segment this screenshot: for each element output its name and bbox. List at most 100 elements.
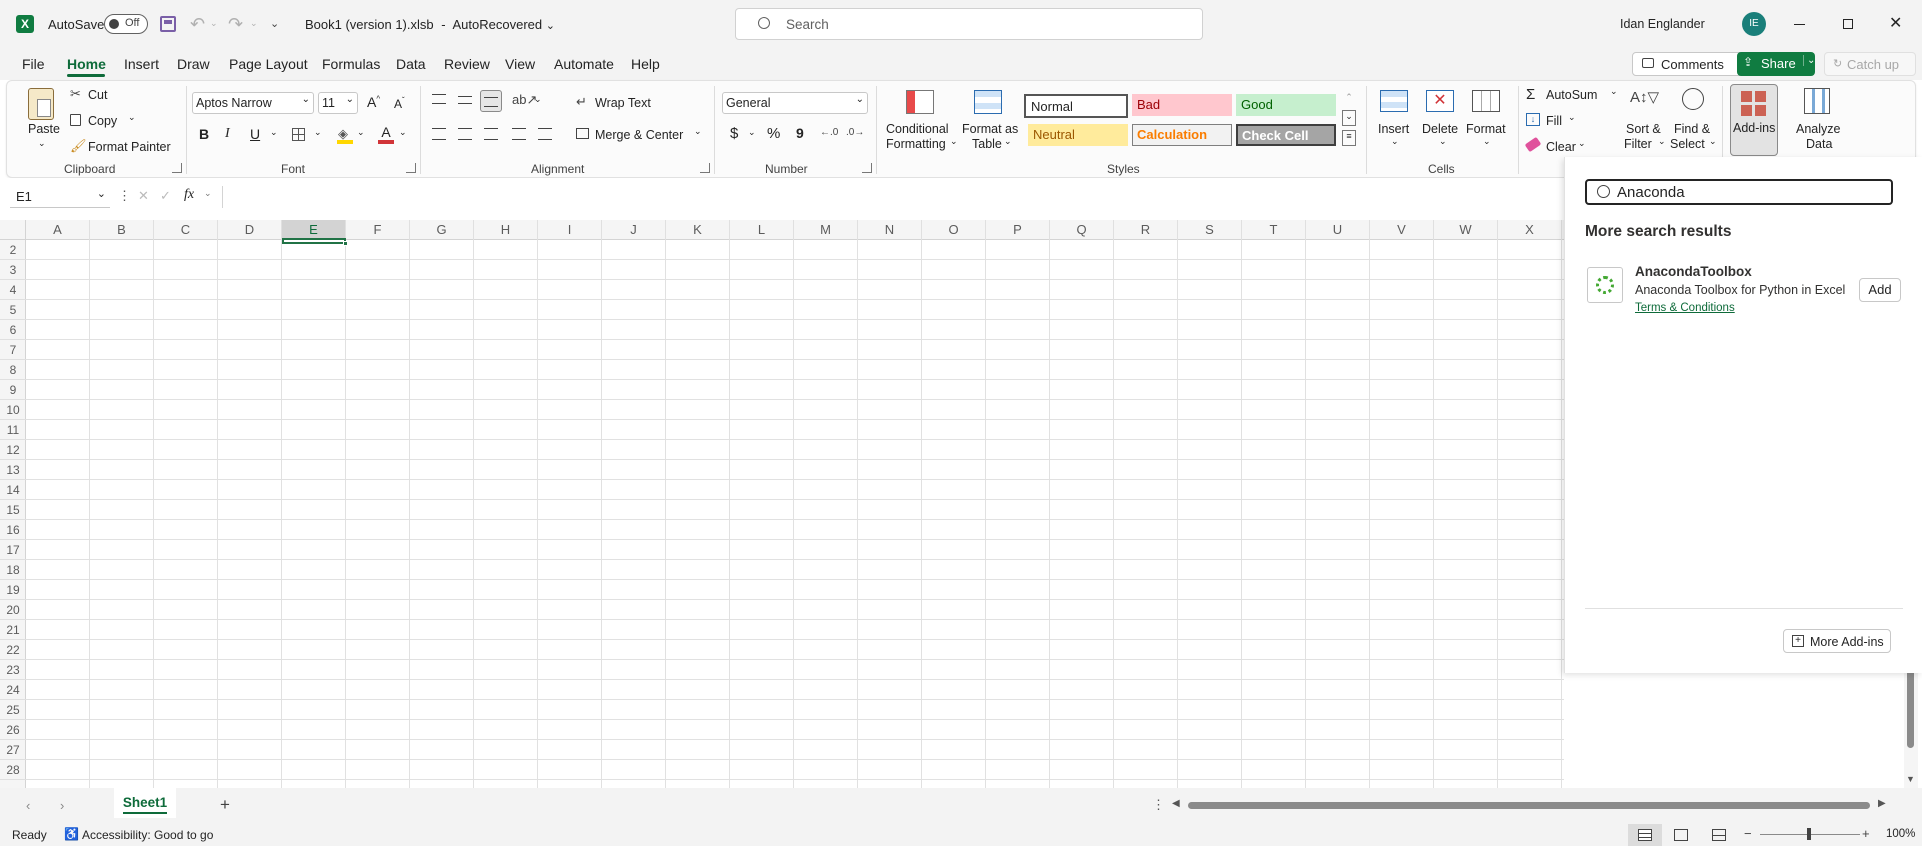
more-addins-button[interactable]: + More Add-ins [1783,629,1891,653]
column-header-a[interactable]: A [26,220,90,240]
document-title[interactable]: Book1 (version 1).xlsb - AutoRecovered ⌄ [305,17,555,32]
column-header-f[interactable]: F [346,220,410,240]
confirm-entry-icon[interactable]: ✓ [160,188,171,204]
selected-cell-indicator[interactable] [282,238,346,244]
row-header-9[interactable]: 9 [0,380,26,400]
column-header-s[interactable]: S [1178,220,1242,240]
prev-sheet-icon[interactable]: ‹ [26,798,30,813]
font-launcher-icon[interactable] [406,163,416,173]
decrease-indent-icon[interactable] [512,128,526,140]
column-header-k[interactable]: K [666,220,730,240]
chevron-down-icon[interactable]: ⌄ [314,127,322,138]
tab-page-layout[interactable]: Page Layout [229,56,308,72]
row-header-17[interactable]: 17 [0,540,26,560]
borders-icon[interactable] [292,128,305,141]
shrink-font-button[interactable]: Aˇ [394,96,405,111]
format-cells-button[interactable]: Format ⌄ [1464,86,1510,156]
scroll-down-arrow-icon[interactable]: ▼ [1906,774,1915,784]
accessibility-icon[interactable]: ♿ [64,827,79,841]
style-neutral[interactable]: Neutral [1028,124,1128,146]
tab-automate[interactable]: Automate [554,56,614,72]
page-break-view-icon[interactable] [1712,829,1726,841]
horizontal-scrollbar[interactable]: ◀ ▶ [1172,798,1894,810]
cut-button[interactable]: ✂ Cut [70,86,130,106]
row-header-23[interactable]: 23 [0,660,26,680]
row-header-10[interactable]: 10 [0,400,26,420]
format-painter-button[interactable]: 🖌 Format Painter [70,138,171,158]
normal-view-button[interactable] [1628,824,1662,846]
align-top-icon[interactable] [432,94,446,104]
row-header-22[interactable]: 22 [0,640,26,660]
horizontal-scroll-thumb[interactable] [1188,802,1870,809]
undo-dropdown-icon[interactable]: ⌄ [210,18,218,29]
formula-input[interactable] [222,186,1562,208]
copy-button[interactable]: Copy ⌄ [70,112,140,132]
minimize-icon[interactable] [1794,24,1805,25]
percent-button[interactable]: % [767,125,780,142]
add-sheet-icon[interactable]: + [220,795,230,815]
select-all-corner[interactable] [0,220,26,240]
format-as-table-button[interactable]: Format as Table ⌄ [960,86,1018,156]
sort-filter-button[interactable]: A↕▽ Sort & Filter ⌄ [1622,86,1666,156]
conditional-formatting-button[interactable]: Conditional Formatting ⌄ [884,86,958,156]
chevron-down-icon[interactable]: ⌄ [399,127,407,138]
clipboard-launcher-icon[interactable] [172,163,182,173]
tab-review[interactable]: Review [444,56,490,72]
add-addin-button[interactable]: Add [1859,278,1901,302]
style-calculation[interactable]: Calculation [1132,124,1232,146]
align-left-icon[interactable] [432,128,446,140]
column-header-b[interactable]: B [90,220,154,240]
number-launcher-icon[interactable] [862,163,872,173]
tab-data[interactable]: Data [396,56,426,72]
zoom-out-icon[interactable]: − [1744,826,1752,841]
row-header-11[interactable]: 11 [0,420,26,440]
redo-dropdown-icon[interactable]: ⌄ [250,18,258,29]
redo-icon[interactable]: ↷ [228,14,243,35]
delete-cells-button[interactable]: ✕ Delete ⌄ [1418,86,1464,156]
grow-font-button[interactable]: A^ [367,94,380,110]
column-header-r[interactable]: R [1114,220,1178,240]
column-header-t[interactable]: T [1242,220,1306,240]
style-bad[interactable]: Bad [1132,94,1232,116]
row-header-21[interactable]: 21 [0,620,26,640]
zoom-level[interactable]: 100% [1886,828,1915,840]
row-header-14[interactable]: 14 [0,480,26,500]
next-sheet-icon[interactable]: › [60,798,64,813]
more-options-icon[interactable]: ⋮ [1152,797,1165,813]
column-header-j[interactable]: J [602,220,666,240]
underline-button[interactable]: U [250,126,260,142]
paste-button[interactable]: Paste ⌄ [22,86,62,156]
row-header-25[interactable]: 25 [0,700,26,720]
column-header-i[interactable]: I [538,220,602,240]
tab-draw[interactable]: Draw [177,56,210,72]
align-bottom-button[interactable] [480,90,502,112]
addin-result[interactable]: AnacondaToolbox Anaconda Toolbox for Pyt… [1585,263,1905,319]
row-header-12[interactable]: 12 [0,440,26,460]
cell-grid[interactable] [26,240,1564,788]
column-header-o[interactable]: O [922,220,986,240]
font-name-select[interactable]: Aptos Narrow ⌄ [192,92,314,114]
row-header-24[interactable]: 24 [0,680,26,700]
currency-button[interactable]: $ [730,125,738,142]
close-icon[interactable]: ✕ [1889,13,1902,33]
column-header-m[interactable]: M [794,220,858,240]
chevron-down-icon[interactable]: ⌄ [748,127,756,138]
share-button[interactable]: ⇪ Share ⌄ [1737,52,1815,76]
comma-button[interactable]: 9 [796,125,804,141]
column-header-d[interactable]: D [218,220,282,240]
wrap-text-button[interactable]: ↵ Wrap Text [576,94,676,114]
style-good[interactable]: Good [1236,94,1336,116]
row-header-28[interactable]: 28 [0,760,26,780]
vertical-scroll-thumb[interactable] [1907,668,1914,748]
column-header-e[interactable]: E [282,220,346,240]
row-header-7[interactable]: 7 [0,340,26,360]
column-header-u[interactable]: U [1306,220,1370,240]
avatar[interactable]: IE [1742,12,1766,36]
decrease-decimal-icon[interactable]: .0→ [846,127,864,138]
number-format-select[interactable]: General ⌄ [722,92,868,114]
row-header-5[interactable]: 5 [0,300,26,320]
italic-button[interactable]: I [225,126,230,142]
chevron-down-icon[interactable]: ⌄ [357,127,365,138]
align-center-icon[interactable] [458,128,472,140]
row-header-20[interactable]: 20 [0,600,26,620]
